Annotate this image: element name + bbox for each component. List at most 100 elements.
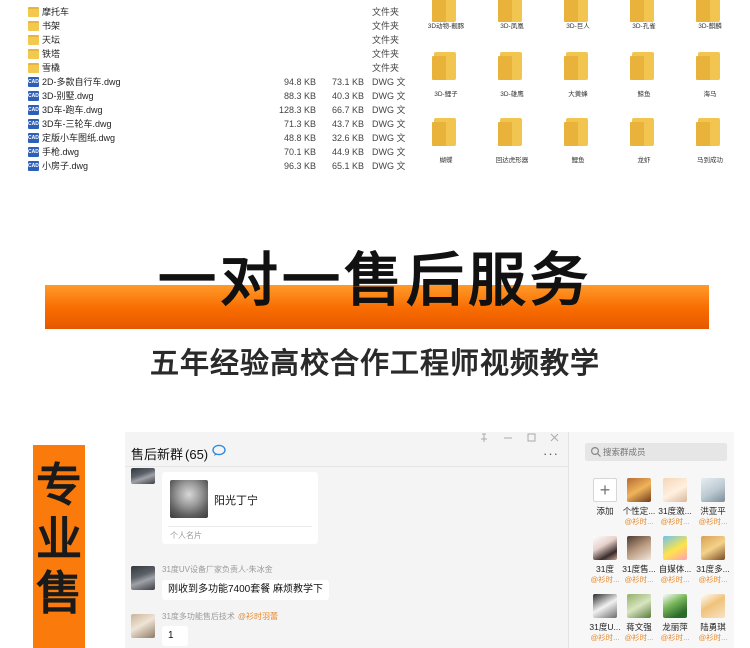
maximize-icon[interactable] <box>527 433 536 442</box>
file-row[interactable]: 雪橇 文件夹 <box>28 61 408 75</box>
file-row[interactable]: 2D-多款自行车.dwg 94.8 KB 73.1 KB DWG 文 <box>28 75 408 89</box>
folder-label: 3D-凤凰 <box>500 23 524 30</box>
file-row[interactable]: 天坛 文件夹 <box>28 33 408 47</box>
file-row[interactable]: 3D车-跑车.dwg 128.3 KB 66.7 KB DWG 文 <box>28 103 408 117</box>
member-search-input[interactable] <box>603 443 723 461</box>
folder-tile[interactable]: 3D-孔雀 <box>616 0 672 42</box>
card-divider <box>168 526 312 527</box>
member-item[interactable]: 自媒体... @衫时... <box>658 536 694 586</box>
folder-label: 马到成功 <box>697 157 723 164</box>
file-compressed-size: 65.1 KB <box>331 161 364 171</box>
file-compressed-size: 40.3 KB <box>331 91 364 101</box>
message-bubble[interactable]: 刚收到多功能7400套餐 麻烦教学下 <box>162 580 330 600</box>
side-title-char: 专 <box>36 459 82 511</box>
service-title: 一对一售后服务 <box>157 248 592 313</box>
folder-label: 3D-鲤子 <box>434 91 458 98</box>
folder-icon <box>432 118 456 146</box>
member-item[interactable]: 31度激... @衫时... <box>658 478 694 528</box>
folder-icon <box>696 0 720 22</box>
search-icon <box>590 446 601 457</box>
folder-label: 3D动物-靓豚 <box>427 23 465 30</box>
folder-tile[interactable]: 回达虎形器 <box>484 104 540 166</box>
folder-tile[interactable]: 3D-巨人 <box>550 0 606 42</box>
cad-file-icon <box>28 133 39 143</box>
folder-icon <box>564 52 588 80</box>
member-item[interactable]: 洪亚平 @衫时... <box>696 478 732 528</box>
member-avatar <box>593 594 617 618</box>
file-row[interactable]: 小房子.dwg 96.3 KB 65.1 KB DWG 文 <box>28 159 408 173</box>
folder-label: 3D-巨人 <box>566 23 590 30</box>
folder-tile[interactable]: 龙虾 <box>616 104 672 166</box>
member-item[interactable]: 31度多... @衫时... <box>696 536 732 586</box>
member-avatar <box>701 478 725 502</box>
folder-tile[interactable]: 海马 <box>682 38 738 100</box>
member-item[interactable]: 龙丽萍 @衫时... <box>658 594 694 644</box>
chat-header: 售后新群 (65) ··· <box>125 432 568 466</box>
member-avatar <box>627 594 651 618</box>
member-avatar <box>663 536 687 560</box>
file-name: 3D-别墅.dwg <box>42 91 94 101</box>
folder-label: 3D-孔雀 <box>632 23 656 30</box>
member-item[interactable]: 个性定... @衫时... <box>622 478 658 528</box>
file-type: 文件夹 <box>372 21 400 31</box>
avatar[interactable] <box>131 468 155 484</box>
avatar[interactable] <box>131 614 155 638</box>
member-item[interactable]: 蒋文强 @衫时... <box>622 594 658 644</box>
folder-tile[interactable]: 3D动物-靓豚 <box>418 0 474 42</box>
file-row[interactable]: 定版小车图纸.dwg 48.8 KB 32.6 KB DWG 文 <box>28 131 408 145</box>
cad-file-icon <box>28 119 39 129</box>
file-name: 3D车-跑车.dwg <box>42 105 103 115</box>
pin-icon[interactable] <box>481 433 487 442</box>
folder-icon <box>28 63 39 73</box>
folder-label: 海马 <box>703 91 717 98</box>
file-size: 96.3 KB <box>283 161 316 171</box>
contact-card-message[interactable]: 阳光丁宁 个人名片 <box>162 472 318 544</box>
file-row[interactable]: 铁塔 文件夹 <box>28 47 408 61</box>
file-row[interactable]: 摩托车 文件夹 <box>28 5 408 19</box>
chat-bubble-icon[interactable] <box>212 444 227 457</box>
folder-tile[interactable]: 3D-雄鹰 <box>484 38 540 100</box>
message-bubble[interactable]: 1 <box>162 626 188 646</box>
folder-icon <box>28 7 39 17</box>
folder-tile[interactable]: 3D-麒麟 <box>682 0 738 42</box>
folder-tile[interactable]: 大黄蜂 <box>550 38 606 100</box>
cad-file-icon <box>28 77 39 87</box>
avatar[interactable] <box>131 566 155 590</box>
message-sender: 31度UV设备厂家负责人-朱冰金 <box>162 564 273 575</box>
file-type: 文件夹 <box>372 7 400 17</box>
file-row[interactable]: 手枪.dwg 70.1 KB 44.9 KB DWG 文 <box>28 145 408 159</box>
close-icon[interactable] <box>550 433 559 442</box>
group-title[interactable]: 售后新群 (65) <box>131 444 208 463</box>
file-name: 定版小车图纸.dwg <box>42 133 116 143</box>
file-row[interactable]: 3D车-三轮车.dwg 71.3 KB 43.7 KB DWG 文 <box>28 117 408 131</box>
member-item[interactable]: 31度售... @衫时... <box>622 536 658 586</box>
file-name: 2D-多款自行车.dwg <box>42 77 121 87</box>
more-options-icon[interactable]: ··· <box>543 446 559 461</box>
member-search[interactable] <box>585 443 727 461</box>
folder-tile[interactable]: 鲸鱼 <box>616 38 672 100</box>
cad-file-icon <box>28 161 39 171</box>
member-tag: @衫时... <box>660 633 690 642</box>
folder-tile[interactable]: 3D-凤凰 <box>484 0 540 42</box>
folder-icon <box>498 52 522 80</box>
folder-icon <box>696 118 720 146</box>
file-type: DWG 文 <box>372 119 406 129</box>
file-row[interactable]: 3D-别墅.dwg 88.3 KB 40.3 KB DWG 文 <box>28 89 408 103</box>
file-name: 天坛 <box>42 35 61 45</box>
folder-tile[interactable]: 蝴蝶 <box>418 104 474 166</box>
folder-icon <box>498 118 522 146</box>
folder-label: 3D-麒麟 <box>698 23 722 30</box>
folder-icon <box>432 0 456 22</box>
member-item[interactable]: 陆勇琪 @衫时... <box>696 594 732 644</box>
sender-name: 31度UV设备厂家负责人-朱冰金 <box>162 565 273 574</box>
side-vertical-title: 专业售 <box>33 458 85 620</box>
folder-icon <box>564 0 588 22</box>
member-avatar <box>593 536 617 560</box>
folder-label: 龙虾 <box>637 157 651 164</box>
folder-tile[interactable]: 马到成功 <box>682 104 738 166</box>
folder-tile[interactable]: 鲤鱼 <box>550 104 606 166</box>
folder-tile[interactable]: 3D-鲤子 <box>418 38 474 100</box>
file-type: DWG 文 <box>372 147 406 157</box>
folder-icon-grid: 3D动物-靓豚 3D-凤凰 3D-巨人 3D-孔雀 3D-麒麟 3D-鲤子 3D-雄鹰 大黄蜂… <box>412 0 750 178</box>
file-row[interactable]: 书架 文件夹 <box>28 19 408 33</box>
